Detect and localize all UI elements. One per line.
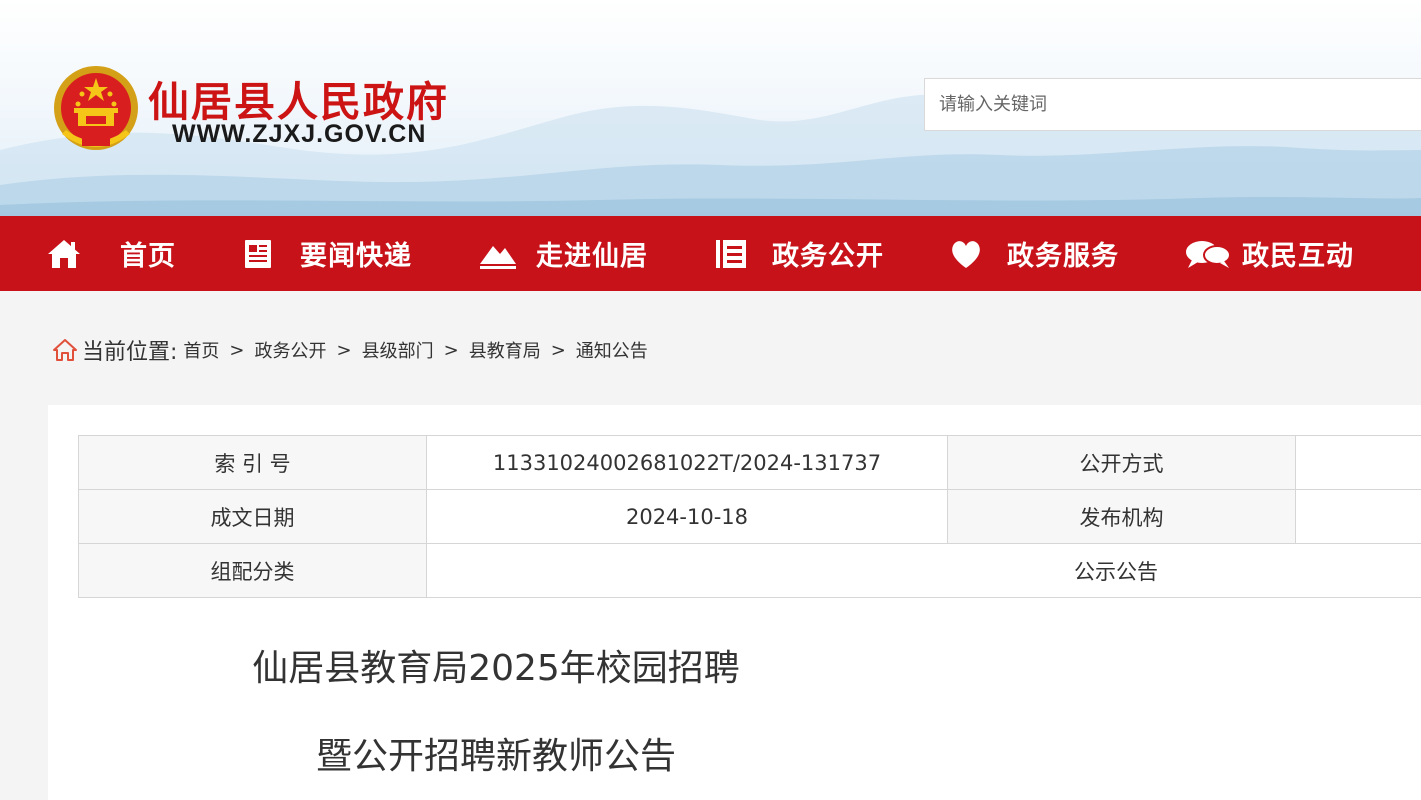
content-panel: 索 引 号 11331024002681022T/2024-131737 公开方… xyxy=(48,405,1421,800)
breadcrumb: 当前位置: 首页 > 政务公开 > 县级部门 > 县教育局 > 通知公告 xyxy=(52,334,648,366)
breadcrumb-separator: > xyxy=(229,339,245,361)
breadcrumb-prefix: 当前位置: xyxy=(82,340,178,365)
index-number-value: 11331024002681022T/2024-131737 xyxy=(426,435,948,490)
nav-label: 首页 xyxy=(120,241,176,272)
breadcrumb-item-education-bureau[interactable]: 县教育局 xyxy=(469,337,541,363)
nav-label: 政务公开 xyxy=(772,241,884,272)
mountain-icon xyxy=(480,245,516,269)
nav-label: 政民互动 xyxy=(1242,241,1354,272)
site-title[interactable]: 仙居县人民政府 xyxy=(148,68,449,128)
nav-label: 走进仙居 xyxy=(536,241,648,272)
publisher-value xyxy=(1295,489,1421,544)
breadcrumb-item-gov-open[interactable]: 政务公开 xyxy=(255,337,327,363)
category-label: 组配分类 xyxy=(78,543,427,598)
index-number-label: 索 引 号 xyxy=(78,435,427,490)
breadcrumb-item-home[interactable]: 首页 xyxy=(183,337,219,363)
nav-item-gov-open[interactable]: 政务公开 xyxy=(713,216,884,291)
nav-item-news[interactable]: 要闻快递 xyxy=(240,216,412,291)
nav-item-about[interactable]: 走进仙居 xyxy=(478,216,648,291)
nav-item-home[interactable]: 首页 xyxy=(46,216,176,291)
breadcrumb-item-notices[interactable]: 通知公告 xyxy=(576,337,648,363)
document-meta-table: 索 引 号 11331024002681022T/2024-131737 公开方… xyxy=(78,435,1421,598)
search-box xyxy=(924,78,1421,131)
nav-label: 政务服务 xyxy=(1007,241,1119,272)
category-value: 公示公告 xyxy=(426,543,1421,598)
breadcrumb-separator: > xyxy=(550,339,566,361)
home-outline-icon xyxy=(53,339,77,361)
table-row: 组配分类 公示公告 xyxy=(78,543,1421,598)
breadcrumb-item-county-depts[interactable]: 县级部门 xyxy=(362,337,434,363)
national-emblem-icon xyxy=(54,66,138,150)
search-input[interactable] xyxy=(925,79,1421,130)
date-value: 2024-10-18 xyxy=(426,489,948,544)
nav-item-interaction[interactable]: 政民互动 xyxy=(1184,216,1354,291)
open-mode-label: 公开方式 xyxy=(947,435,1296,490)
breadcrumb-separator: > xyxy=(336,339,352,361)
main-nav: 首页 要闻快递 走进仙居 政务公开 政务服务 政民互动 xyxy=(0,216,1421,291)
article-title-line1: 仙居县教育局2025年校园招聘 xyxy=(252,648,740,689)
table-row: 成文日期 2024-10-18 发布机构 xyxy=(78,489,1421,544)
open-mode-value xyxy=(1295,435,1421,490)
table-row: 索 引 号 11331024002681022T/2024-131737 公开方… xyxy=(78,435,1421,490)
newspaper-icon xyxy=(245,239,271,268)
list-icon xyxy=(716,239,746,268)
heart-icon xyxy=(952,240,980,268)
nav-item-gov-service[interactable]: 政务服务 xyxy=(948,216,1119,291)
chat-icon xyxy=(1186,240,1231,268)
home-icon xyxy=(48,239,80,268)
site-header: 仙居县人民政府 WWW.ZJXJ.GOV.CN xyxy=(0,0,1421,216)
article-title-line2: 暨公开招聘新教师公告 xyxy=(315,736,676,777)
breadcrumb-separator: > xyxy=(443,339,459,361)
nav-label: 要闻快递 xyxy=(300,241,412,272)
publisher-label: 发布机构 xyxy=(947,489,1296,544)
site-url: WWW.ZJXJ.GOV.CN xyxy=(172,120,427,148)
date-label: 成文日期 xyxy=(78,489,427,544)
